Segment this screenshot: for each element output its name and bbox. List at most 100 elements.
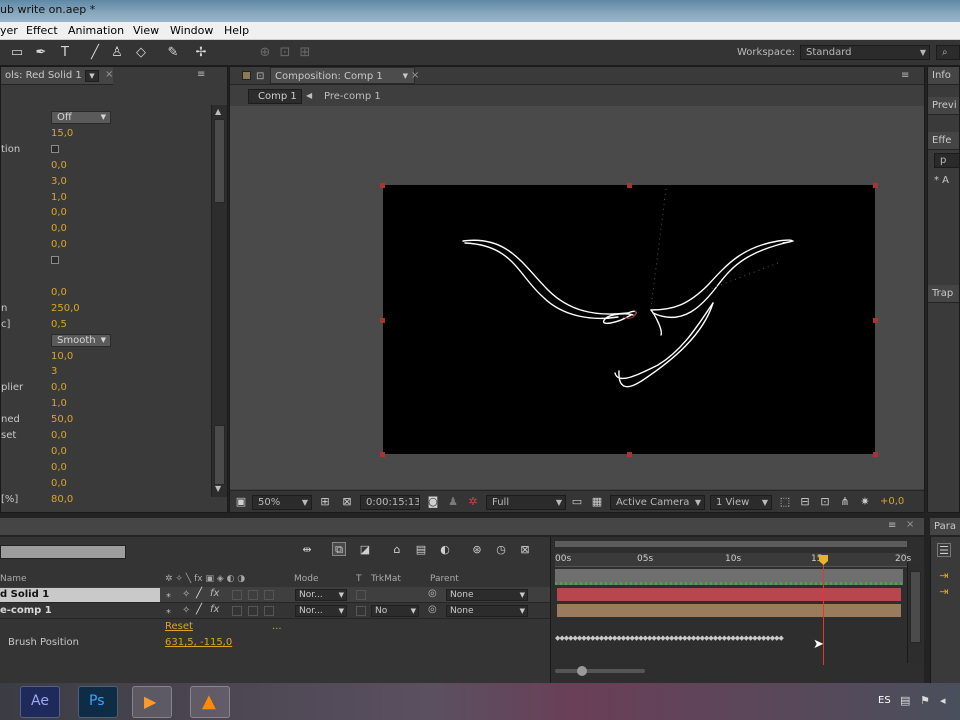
brainstorm-icon[interactable]: ⊛ — [470, 543, 484, 557]
trkmat-select[interactable]: No ▼ — [371, 605, 419, 617]
info-tab[interactable]: Info — [928, 67, 959, 85]
effect-property-row[interactable]: [%] 80,0 — [1, 492, 211, 508]
effect-property-value[interactable]: 0,0 — [51, 462, 67, 473]
tray-volume-icon[interactable]: ◂ — [940, 694, 946, 707]
layer-handle-middle-left[interactable] — [380, 318, 385, 323]
effect-property-value[interactable]: 0,0 — [51, 382, 67, 393]
effect-property-row[interactable]: set 0,0 — [1, 428, 211, 444]
flowchart-icon[interactable]: ⋔ — [838, 495, 852, 509]
layer-parent-select[interactable]: None ▼ — [446, 605, 528, 617]
effect-property-row[interactable]: 3 — [1, 364, 211, 380]
pick-whip-icon[interactable]: ◎ — [428, 604, 437, 615]
effect-property-row[interactable]: 3,0 — [1, 174, 211, 190]
effect-controls-scrollbar[interactable]: ▲ ▼ — [211, 105, 227, 497]
photoshop-taskbar-button[interactable]: Ps — [78, 686, 118, 718]
puppet-pin-tool-icon[interactable]: ✢ — [192, 44, 210, 62]
frame-blending-icon[interactable]: ▤ — [414, 543, 428, 557]
preserve-transparency-box[interactable] — [356, 590, 366, 600]
effect-property-value[interactable]: 0,5 — [51, 319, 67, 330]
menu-view[interactable]: View — [133, 24, 159, 37]
rectangle-tool-icon[interactable]: ▭ — [8, 44, 26, 62]
effect-property-value[interactable]: 250,0 — [51, 303, 80, 314]
shy-switch-icon[interactable]: ⁎ — [166, 605, 171, 616]
timeline-scrollbar-thumb[interactable] — [910, 571, 921, 643]
effect-property-value[interactable]: 0,0 — [51, 446, 67, 457]
graph-editor-icon[interactable]: ⊠ — [518, 543, 532, 557]
menu-effect[interactable]: Effect — [26, 24, 58, 37]
layer-handle-bottom-right[interactable] — [873, 452, 878, 457]
adjustment-box[interactable] — [264, 590, 274, 600]
effect-property-row[interactable]: 0,0 — [1, 444, 211, 460]
reset-link[interactable]: Reset — [165, 621, 193, 632]
roto-brush-tool-icon[interactable]: ✎ — [164, 44, 182, 62]
panel-menu-icon[interactable]: ≡ — [197, 69, 205, 80]
language-indicator[interactable]: ES — [878, 695, 891, 706]
effect-property-row[interactable]: Smooth ▼ — [1, 333, 211, 349]
type-tool-icon[interactable]: T — [56, 44, 74, 62]
pen-tool-icon[interactable]: ✒ — [32, 44, 50, 62]
layer-2-duration-bar[interactable] — [557, 604, 901, 617]
show-snapshot-icon[interactable]: ♟ — [446, 495, 460, 509]
lock-icon[interactable]: ⊡ — [256, 68, 264, 85]
menu-window[interactable]: Window — [170, 24, 213, 37]
align-left-icon[interactable]: ☰ — [937, 543, 951, 557]
layer-name[interactable]: e-comp 1 — [0, 605, 52, 616]
quality-switch-icon[interactable]: ╱ — [196, 604, 202, 615]
time-graph[interactable]: 00s 05s 10s 15s 20s ◆◆◆◆◆◆◆◆◆◆◆◆◆◆◆◆◆◆◆◆… — [550, 537, 924, 683]
shy-switch-icon[interactable]: ⁎ — [166, 589, 171, 600]
transparency-grid-icon[interactable]: ▦ — [590, 495, 604, 509]
panel-menu-icon[interactable]: ≡ — [901, 67, 909, 84]
clone-stamp-tool-icon[interactable]: ♙ — [108, 44, 126, 62]
motion-blur-box[interactable] — [248, 606, 258, 616]
effect-property-value[interactable]: 0,0 — [51, 287, 67, 298]
effect-property-value[interactable]: 0,0 — [51, 239, 67, 250]
time-ruler[interactable]: 00s 05s 10s 15s 20s — [555, 553, 911, 567]
toggle-pixel-aspect-icon[interactable]: ⬚ — [778, 495, 792, 509]
effect-property-value[interactable]: 0,0 — [51, 478, 67, 489]
work-area-bar[interactable] — [555, 541, 907, 547]
composition-canvas[interactable] — [383, 185, 875, 454]
effect-property-row[interactable]: 0,0 — [1, 221, 211, 237]
composition-tab[interactable]: Composition: Comp 1 ▼ — [270, 67, 415, 84]
search-help-box[interactable]: ⌕ — [936, 45, 960, 60]
breadcrumb-comp-1[interactable]: Comp 1 — [248, 89, 302, 104]
effects-presets-tab[interactable]: Effe — [928, 132, 959, 150]
draft-3d-icon[interactable]: ◪ — [358, 543, 372, 557]
effect-property-value[interactable]: 1,0 — [51, 192, 67, 203]
scroll-up-icon[interactable]: ▲ — [215, 107, 221, 116]
effects-search-field[interactable]: p — [934, 153, 959, 168]
layer-handle-middle-right[interactable] — [873, 318, 878, 323]
layer-parent-select[interactable]: None ▼ — [446, 589, 528, 601]
brush-tool-icon[interactable]: ╱ — [86, 44, 104, 62]
tray-network-icon[interactable]: ▤ — [900, 694, 910, 707]
shy-layers-icon[interactable]: ⌂ — [390, 543, 404, 557]
effect-property-value[interactable]: 3 — [51, 366, 57, 377]
layer-handle-top-center[interactable] — [627, 183, 632, 188]
effect-property-row[interactable]: tion — [1, 142, 211, 158]
effect-property-value[interactable]: 50,0 — [51, 414, 73, 425]
layer-mode-select[interactable]: Nor... ▼ — [295, 605, 347, 617]
layer-mode-select[interactable]: Nor... ▼ — [295, 589, 347, 601]
effect-property-row[interactable]: 1,0 — [1, 190, 211, 206]
axis-mode-icon[interactable]: ⊕ — [256, 44, 274, 62]
effect-property-value[interactable]: 0,0 — [51, 430, 67, 441]
effect-property-row[interactable]: 15,0 — [1, 126, 211, 142]
timeline-layer-row[interactable]: d Solid 1 ⁎ ✧ ╱ fx Nor... ▼ ◎ None ▼ — [0, 587, 550, 603]
effects-tree-item[interactable]: * A — [934, 175, 949, 186]
timeline-search-field[interactable] — [0, 545, 126, 559]
effect-property-value[interactable]: 15,0 — [51, 128, 73, 139]
resolution-select[interactable]: Full ▼ — [486, 495, 566, 510]
fx-switch-icon[interactable]: fx — [210, 588, 219, 599]
effect-property-row[interactable] — [1, 253, 211, 269]
exposure-icon[interactable]: ✷ — [858, 495, 872, 509]
preview-tab[interactable]: Previ — [928, 97, 959, 115]
camera-view-select[interactable]: Active Camera ▼ — [610, 495, 705, 510]
comp-mini-flowchart-icon[interactable]: ⇹ — [300, 543, 314, 557]
color-channels-icon[interactable]: ✲ — [466, 495, 480, 509]
mask-visibility-icon[interactable]: ⊠ — [340, 495, 354, 509]
effect-property-row[interactable]: 1,0 — [1, 396, 211, 412]
view-axis-icon[interactable]: ⊞ — [296, 44, 314, 62]
close-icon[interactable]: × — [105, 69, 113, 80]
current-time-display[interactable]: 0:00:15:13 — [360, 495, 420, 510]
effect-property-row[interactable]: ned 50,0 — [1, 412, 211, 428]
